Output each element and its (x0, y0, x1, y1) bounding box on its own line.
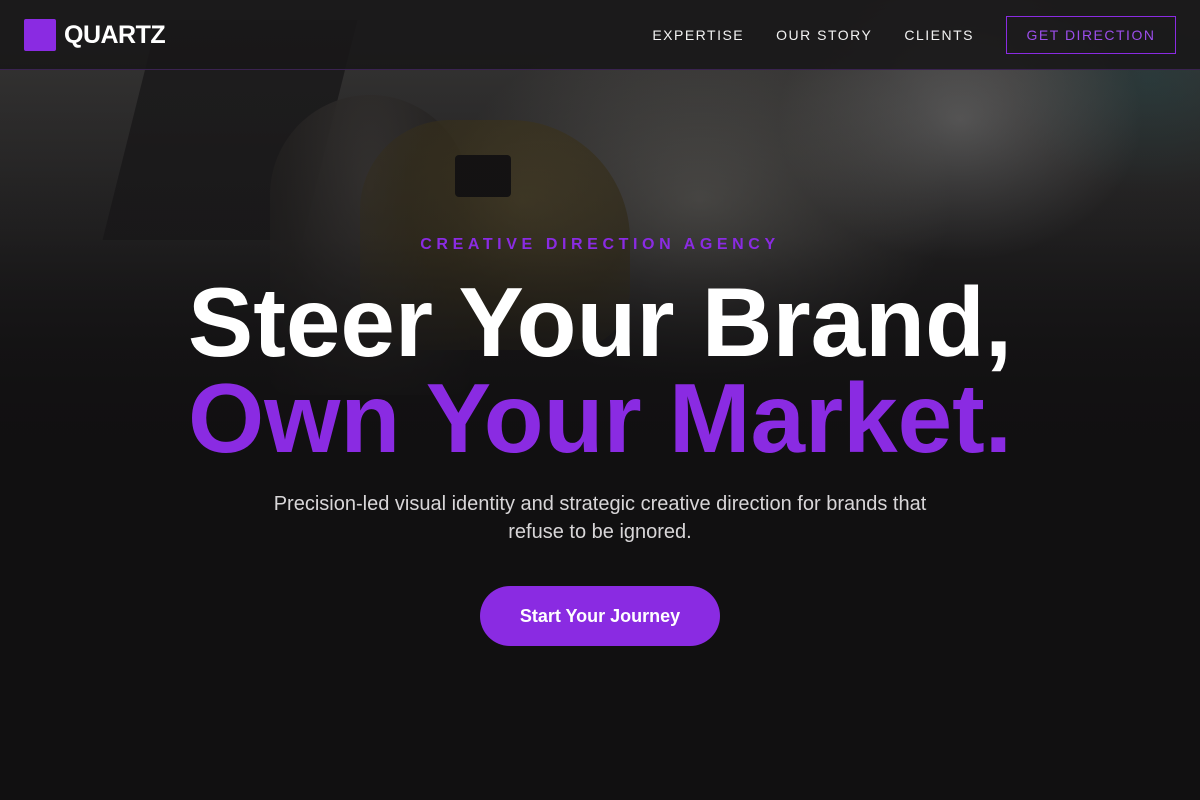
logo[interactable]: QUARTZ (24, 19, 166, 51)
hero-subtext: Precision-led visual identity and strate… (273, 493, 927, 543)
logo-mark-icon (24, 19, 56, 51)
nav-link-clients[interactable]: CLIENTS (904, 27, 974, 43)
landing-page: QUARTZ EXPERTISE OUR STORY CLIENTS GET D… (0, 0, 1200, 800)
nav-link-our-story[interactable]: OUR STORY (776, 27, 872, 43)
nav-links: EXPERTISE OUR STORY CLIENTS GET DIRECTIO… (620, 16, 1176, 54)
nav-link-expertise[interactable]: EXPERTISE (652, 27, 744, 43)
hero-headline-line-2: Own Your Market. (187, 363, 1013, 473)
start-journey-button[interactable]: Start Your Journey (480, 586, 720, 646)
hero-eyebrow: CREATIVE DIRECTION AGENCY (420, 236, 780, 253)
get-direction-button[interactable]: GET DIRECTION (1006, 16, 1176, 54)
top-navigation: QUARTZ EXPERTISE OUR STORY CLIENTS GET D… (0, 0, 1200, 70)
hero-headline-line-1: Steer Your Brand, (187, 267, 1013, 377)
logo-text: QUARTZ (64, 20, 166, 49)
